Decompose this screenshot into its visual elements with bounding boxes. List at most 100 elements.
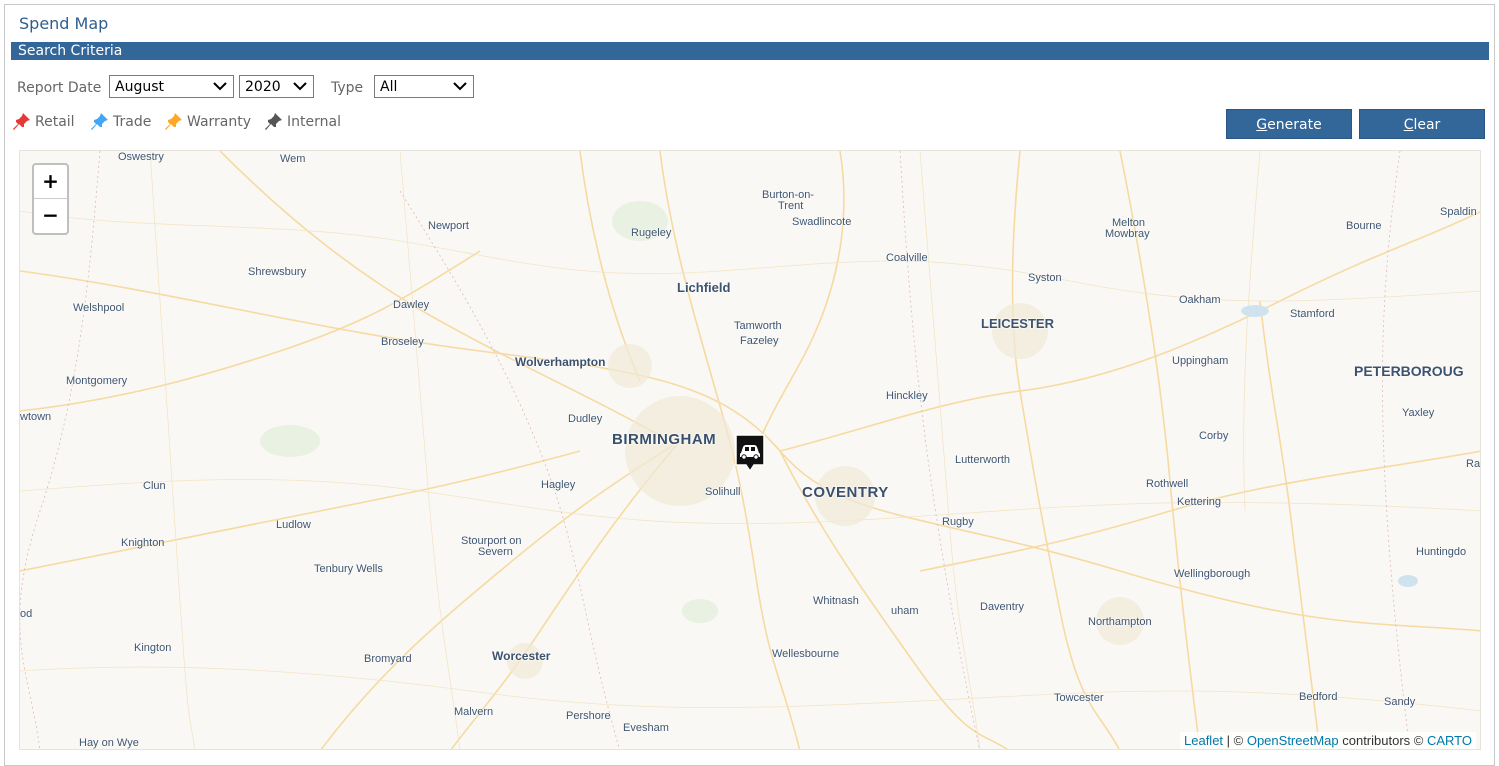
place-label: Ludlow xyxy=(276,519,311,531)
place-label: od xyxy=(20,608,33,620)
place-label: Bromyard xyxy=(364,653,412,665)
place-label: Rugeley xyxy=(631,227,672,239)
place-label: Uppingham xyxy=(1172,355,1229,367)
search-criteria-label: Search Criteria xyxy=(18,43,123,59)
place-label: Oswestry xyxy=(118,151,164,163)
carto-link[interactable]: CARTO xyxy=(1427,733,1472,748)
pushpin-grey-icon xyxy=(265,113,282,130)
place-label: PETERBOROUG xyxy=(1354,363,1464,379)
legend-retail: Retail xyxy=(13,113,75,131)
legend-internal-label: Internal xyxy=(287,114,341,130)
place-label: Swadlincote xyxy=(792,216,852,228)
type-label: Type xyxy=(331,80,364,96)
clear-accesskey: C xyxy=(1403,117,1414,133)
place-label: Northampton xyxy=(1088,616,1152,628)
clear-label: lear xyxy=(1413,117,1441,133)
pushpin-red-icon xyxy=(13,113,30,130)
legend-internal: Internal xyxy=(265,113,341,131)
place-label: Stamford xyxy=(1290,308,1335,320)
place-label: Huntingdo xyxy=(1416,546,1467,558)
place-label: Montgomery xyxy=(66,375,128,387)
type-select-value: All xyxy=(380,79,398,95)
place-label: Shrewsbury xyxy=(248,266,307,278)
legend-warranty: Warranty xyxy=(165,113,251,131)
place-label: Severn xyxy=(478,546,513,558)
search-criteria-header: Search Criteria xyxy=(11,42,1489,60)
place-label: Dudley xyxy=(568,413,603,425)
place-label: Ra xyxy=(1466,458,1481,470)
place-label: Knighton xyxy=(121,537,165,549)
place-label: Coalville xyxy=(886,252,928,264)
pushpin-blue-icon xyxy=(91,113,108,130)
place-label: Welshpool xyxy=(73,302,125,314)
place-label: Broseley xyxy=(381,336,424,348)
zoom-out-button[interactable]: − xyxy=(34,199,67,232)
month-select-value: August xyxy=(115,79,164,95)
place-label: Clun xyxy=(143,480,166,492)
leaflet-link[interactable]: Leaflet xyxy=(1184,733,1223,748)
osm-link[interactable]: OpenStreetMap xyxy=(1247,733,1339,748)
clear-button[interactable]: Clear xyxy=(1359,109,1485,139)
place-label: Oakham xyxy=(1179,294,1221,306)
place-label: Yaxley xyxy=(1402,407,1435,419)
place-label: Wem xyxy=(280,153,306,165)
place-label: wtown xyxy=(20,411,52,423)
place-label: Spaldin xyxy=(1440,206,1477,218)
place-label: Worcester xyxy=(492,649,551,663)
chevron-down-icon xyxy=(293,82,307,91)
legend-retail-label: Retail xyxy=(35,114,75,130)
place-label: Whitnash xyxy=(813,595,859,607)
type-select[interactable]: All xyxy=(374,75,474,98)
place-label: Wellesbourne xyxy=(772,648,840,660)
report-date-label: Report Date xyxy=(17,80,102,96)
year-select-value: 2020 xyxy=(245,79,281,95)
spend-map-panel: Spend Map Search Criteria Report Date Au… xyxy=(4,4,1495,766)
place-label: Hagley xyxy=(541,479,576,491)
generate-button[interactable]: Generate xyxy=(1226,109,1352,139)
place-label: Syston xyxy=(1028,272,1062,284)
place-label: Lichfield xyxy=(677,280,731,295)
place-label: Malvern xyxy=(454,706,494,718)
place-label: COVENTRY xyxy=(802,484,889,501)
attribution-contributors: contributors © xyxy=(1338,733,1427,748)
place-label: LEICESTER xyxy=(981,316,1054,331)
year-select[interactable]: 2020 xyxy=(239,75,314,98)
zoom-in-button[interactable]: + xyxy=(34,165,67,199)
month-select[interactable]: August xyxy=(109,75,234,98)
place-label: Evesham xyxy=(623,722,669,734)
place-label: Lutterworth xyxy=(955,454,1011,466)
legend-warranty-label: Warranty xyxy=(187,114,252,130)
place-label: Wolverhampton xyxy=(515,355,606,369)
place-label: Daventry xyxy=(980,601,1025,613)
zoom-control: + − xyxy=(32,163,69,235)
place-label: Fazeley xyxy=(740,335,779,347)
place-label: Rothwell xyxy=(1146,478,1189,490)
generate-label: enerate xyxy=(1267,117,1322,133)
attribution-separator: | © xyxy=(1223,733,1247,748)
place-label: Tamworth xyxy=(734,320,782,332)
place-label: Hay on Wye xyxy=(79,737,139,749)
legend-trade-label: Trade xyxy=(113,114,152,130)
place-label: uham xyxy=(891,605,919,617)
place-label: Tenbury Wells xyxy=(314,563,383,575)
car-marker[interactable] xyxy=(734,433,766,473)
chevron-down-icon xyxy=(213,82,227,91)
legend: Retail Trade Warranty Internal xyxy=(13,113,417,135)
place-label: Corby xyxy=(1199,430,1229,442)
place-label: Bedford xyxy=(1299,691,1338,703)
filter-row: Report Date August 2020 Type All xyxy=(17,75,617,101)
place-label: Newport xyxy=(428,220,469,232)
place-label: Rugby xyxy=(942,516,974,528)
map-attribution: Leaflet | © OpenStreetMap contributors ©… xyxy=(1180,732,1476,749)
place-label: Trent xyxy=(778,200,804,212)
place-label: BIRMINGHAM xyxy=(612,431,717,448)
page-title: Spend Map xyxy=(19,14,109,33)
place-label: Mowbray xyxy=(1105,228,1150,240)
place-label: Pershore xyxy=(566,710,611,722)
place-label: Hinckley xyxy=(886,390,928,402)
place-label: Dawley xyxy=(393,299,430,311)
generate-accesskey: G xyxy=(1256,117,1268,133)
place-label: Wellingborough xyxy=(1174,568,1251,580)
place-label: Bourne xyxy=(1346,220,1382,232)
spend-map[interactable]: Oswestry Wem Burton-on- Trent Swadlincot… xyxy=(19,150,1481,750)
